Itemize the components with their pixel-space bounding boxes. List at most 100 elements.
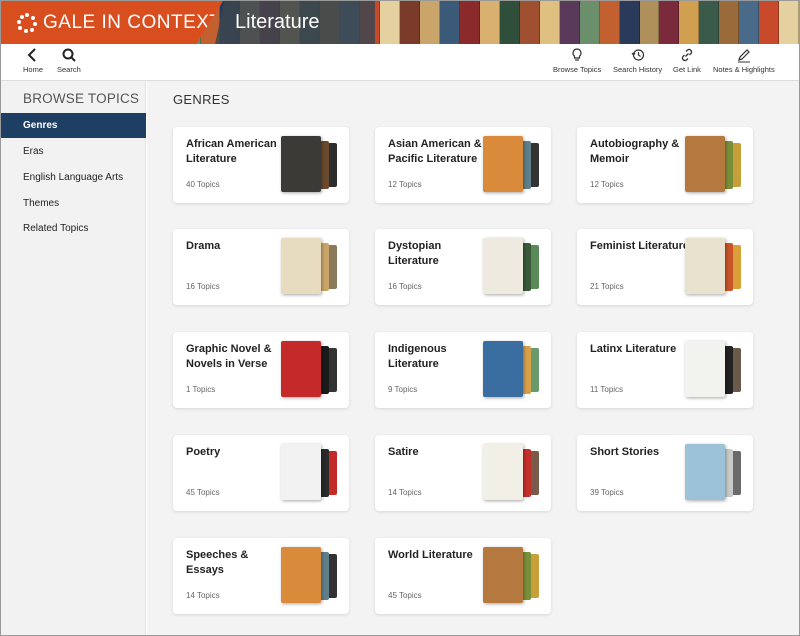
book-spine bbox=[579, 1, 600, 44]
genre-card-topic-count: 45 Topics bbox=[186, 488, 220, 497]
book-cover-stack bbox=[483, 547, 539, 604]
lightbulb-icon bbox=[572, 48, 582, 61]
book-spine bbox=[519, 1, 540, 44]
genre-card[interactable]: World Literature 45 Topics bbox=[375, 538, 551, 614]
book-spine bbox=[659, 1, 680, 44]
app-window: GALE IN CONTEXT Literature Home Search B… bbox=[0, 0, 800, 636]
genre-card-topic-count: 39 Topics bbox=[590, 488, 624, 497]
book-cover-image bbox=[483, 341, 523, 397]
book-cover-stack bbox=[483, 136, 539, 193]
book-cover-stack bbox=[483, 341, 539, 398]
book-cover-image bbox=[483, 136, 523, 192]
book-cover-stack bbox=[685, 341, 741, 398]
genre-card[interactable]: Autobiography & Memoir 12 Topics bbox=[577, 127, 753, 203]
main-content: GENRES African American Literature 40 Top… bbox=[147, 81, 799, 635]
genre-card-topic-count: 16 Topics bbox=[388, 282, 422, 291]
sidebar-item-english-language-arts[interactable]: English Language Arts bbox=[1, 165, 146, 190]
book-cover-image bbox=[281, 136, 321, 192]
book-spine bbox=[739, 1, 760, 44]
book-cover-image bbox=[685, 444, 725, 500]
genre-card[interactable]: Poetry 45 Topics bbox=[173, 435, 349, 511]
genre-card-title: Indigenous Literature bbox=[388, 343, 447, 370]
book-cover-image bbox=[281, 444, 321, 500]
sidebar-item-genres[interactable]: Genres bbox=[1, 113, 146, 138]
genre-card-title: Latinx Literature bbox=[590, 343, 677, 355]
home-button[interactable]: Home bbox=[23, 47, 43, 74]
sidebar-item-related-topics[interactable]: Related Topics bbox=[1, 216, 146, 241]
book-cover-stack bbox=[685, 136, 741, 193]
genre-card-topic-count: 14 Topics bbox=[186, 591, 220, 600]
search-button[interactable]: Search bbox=[57, 47, 81, 74]
genre-card-topic-count: 40 Topics bbox=[186, 180, 220, 189]
book-spine bbox=[539, 1, 560, 44]
book-spine bbox=[699, 1, 720, 44]
genre-card[interactable]: Graphic Novel & Novels in Verse 1 Topics bbox=[173, 332, 349, 408]
genre-card-title: Drama bbox=[186, 240, 221, 252]
genre-card-title: Satire bbox=[388, 446, 419, 458]
genre-card[interactable]: African American Literature 40 Topics bbox=[173, 127, 349, 203]
history-icon bbox=[631, 49, 644, 61]
book-spine bbox=[619, 1, 640, 44]
genre-card[interactable]: Short Stories 39 Topics bbox=[577, 435, 753, 511]
book-cover-image bbox=[281, 238, 321, 294]
genre-card[interactable]: Indigenous Literature 9 Topics bbox=[375, 332, 551, 408]
genre-card-title: Graphic Novel & Novels in Verse bbox=[186, 343, 272, 370]
chevron-left-icon bbox=[27, 48, 36, 62]
genre-card[interactable]: Asian American & Pacific Literature 12 To… bbox=[375, 127, 551, 203]
genre-card[interactable]: Satire 14 Topics bbox=[375, 435, 551, 511]
book-cover-stack bbox=[281, 444, 337, 501]
book-spine bbox=[420, 1, 440, 44]
book-cover-stack bbox=[685, 238, 741, 295]
book-spine bbox=[779, 1, 799, 44]
book-cover-image bbox=[483, 547, 523, 603]
genre-card-topic-count: 14 Topics bbox=[388, 488, 422, 497]
page-title: GENRES bbox=[173, 92, 230, 107]
browse-topics-button[interactable]: Browse Topics bbox=[553, 47, 601, 74]
sidebar-item-themes[interactable]: Themes bbox=[1, 191, 146, 216]
book-cover-stack bbox=[281, 547, 337, 604]
genre-card-topic-count: 12 Topics bbox=[590, 180, 624, 189]
sidebar: BROWSE TOPICS Genres Eras English Langua… bbox=[1, 81, 146, 635]
book-cover-image bbox=[281, 547, 321, 603]
genre-card-title: Feminist Literature bbox=[590, 240, 690, 252]
book-spine bbox=[559, 1, 580, 44]
book-cover-image bbox=[483, 238, 523, 294]
book-spine bbox=[479, 1, 500, 44]
genre-card[interactable]: Feminist Literature 21 Topics bbox=[577, 229, 753, 305]
genre-card-topic-count: 21 Topics bbox=[590, 282, 624, 291]
brand-logo[interactable]: GALE IN CONTEXT bbox=[1, 1, 223, 44]
link-icon bbox=[681, 48, 693, 62]
get-link-button[interactable]: Get Link bbox=[673, 47, 701, 74]
genre-card-topic-count: 16 Topics bbox=[186, 282, 220, 291]
sidebar-item-eras[interactable]: Eras bbox=[1, 139, 146, 164]
search-history-button[interactable]: Search History bbox=[613, 47, 662, 74]
genre-card-title: Dystopian Literature bbox=[388, 240, 442, 267]
genre-card[interactable]: Speeches & Essays 14 Topics bbox=[173, 538, 349, 614]
genre-card[interactable]: Dystopian Literature 16 Topics bbox=[375, 229, 551, 305]
genre-card-title: Poetry bbox=[186, 446, 221, 458]
book-cover-stack bbox=[281, 238, 337, 295]
book-cover-stack bbox=[483, 444, 539, 501]
book-spine bbox=[639, 1, 660, 44]
notes-highlights-button[interactable]: Notes & Highlights bbox=[713, 47, 775, 74]
book-cover-stack bbox=[685, 444, 741, 501]
genre-card-topic-count: 1 Topics bbox=[186, 385, 216, 394]
genre-card-title: World Literature bbox=[388, 549, 473, 561]
book-cover-image bbox=[685, 238, 725, 294]
book-cover-image bbox=[685, 341, 725, 397]
toolbar: Home Search Browse Topics Search History… bbox=[1, 44, 799, 81]
genre-card-topic-count: 45 Topics bbox=[388, 591, 422, 600]
header-banner: GALE IN CONTEXT Literature bbox=[1, 1, 799, 44]
book-spine bbox=[719, 1, 740, 44]
book-spine bbox=[499, 1, 520, 44]
genre-card[interactable]: Latinx Literature 11 Topics bbox=[577, 332, 753, 408]
book-spine bbox=[679, 1, 700, 44]
genre-card-topic-count: 12 Topics bbox=[388, 180, 422, 189]
brand-name: GALE IN CONTEXT bbox=[43, 11, 222, 33]
genre-card[interactable]: Drama 16 Topics bbox=[173, 229, 349, 305]
book-cover-stack bbox=[281, 341, 337, 398]
genre-card-topic-count: 9 Topics bbox=[388, 385, 418, 394]
genre-card-title: Speeches & Essays bbox=[186, 549, 249, 576]
search-icon bbox=[62, 48, 76, 62]
book-spine bbox=[439, 1, 460, 44]
